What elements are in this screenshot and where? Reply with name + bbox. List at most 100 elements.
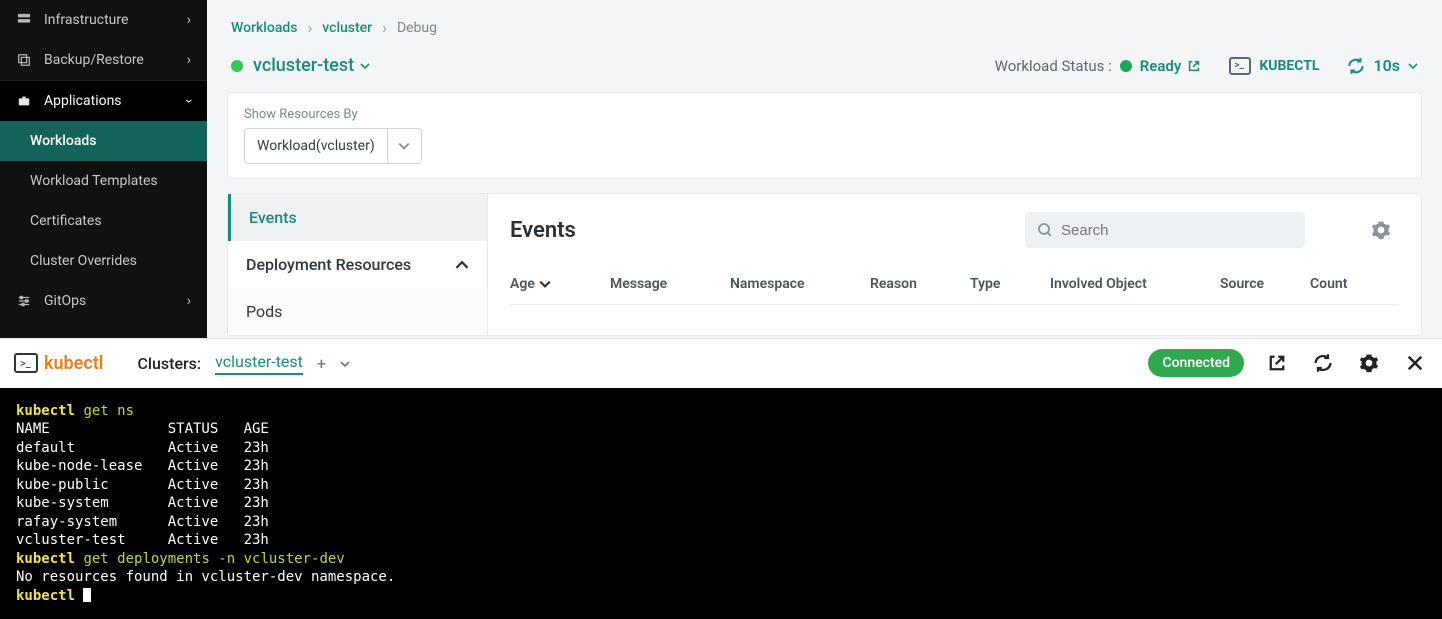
breadcrumb-vcluster[interactable]: vcluster xyxy=(322,20,372,36)
col-age[interactable]: Age xyxy=(510,276,610,292)
refresh-icon xyxy=(1347,57,1365,75)
caret-down-icon xyxy=(360,61,370,71)
workload-status: Workload Status : Ready xyxy=(995,57,1202,75)
status-label: Workload Status : xyxy=(995,57,1112,75)
group-label: Deployment Resources xyxy=(246,255,411,274)
term-prompt: kubectl xyxy=(16,588,83,604)
events-panel: Events Deployment Resources Pods Events xyxy=(227,193,1422,336)
kubectl-button[interactable]: >_ KUBECTL xyxy=(1229,57,1319,75)
col-namespace[interactable]: Namespace xyxy=(730,276,870,292)
status-ready-link[interactable]: Ready xyxy=(1140,57,1202,75)
filter-selected: Workload(vcluster) xyxy=(245,129,387,163)
col-count[interactable]: Count xyxy=(1310,276,1370,292)
sliders-icon xyxy=(16,293,32,309)
cluster-tab[interactable]: vcluster-test xyxy=(215,352,303,375)
col-reason[interactable]: Reason xyxy=(870,276,970,292)
tab-events[interactable]: Events xyxy=(228,194,487,241)
status-dot-icon xyxy=(231,60,243,72)
copy-icon xyxy=(16,52,32,68)
sidebar-item-applications[interactable]: Applications › xyxy=(0,81,207,121)
term-prompt: kubectl xyxy=(16,551,83,567)
refresh-icon xyxy=(1313,353,1333,373)
sidebar-label: GitOps xyxy=(44,293,86,309)
kubectl-bar: >_ kubectl Clusters: vcluster-test + Con… xyxy=(0,338,1442,388)
col-type[interactable]: Type xyxy=(970,276,1050,292)
title-bar: vcluster-test Workload Status : Ready >_ xyxy=(227,47,1422,92)
breadcrumb-current: Debug xyxy=(397,20,437,36)
col-message[interactable]: Message xyxy=(610,276,730,292)
add-cluster-button[interactable]: + xyxy=(317,354,326,373)
kubectl-logo: >_ kubectl xyxy=(14,353,103,374)
term-output-row: kube-system Active 23h xyxy=(16,494,1426,512)
external-link-icon xyxy=(1187,59,1201,73)
panel-tabs: Events Deployment Resources Pods xyxy=(228,194,488,335)
kubectl-terminal[interactable]: kubectl get ns NAME STATUS AGE default A… xyxy=(0,388,1442,619)
close-button[interactable] xyxy=(1402,350,1428,376)
gear-icon xyxy=(1371,220,1391,240)
resource-filter-select[interactable]: Workload(vcluster) xyxy=(244,128,422,164)
connected-badge: Connected xyxy=(1148,349,1244,377)
settings-button[interactable] xyxy=(1356,350,1382,376)
sidebar-label: Applications xyxy=(44,93,122,109)
term-output-row: rafay-system Active 23h xyxy=(16,513,1426,531)
sidebar-item-backup[interactable]: Backup/Restore › xyxy=(0,40,207,80)
filter-label: Show Resources By xyxy=(244,107,1405,122)
chevron-up-icon xyxy=(455,258,469,272)
sidebar-label: Infrastructure xyxy=(44,12,128,28)
caret-down-icon xyxy=(1408,61,1418,71)
group-deployment-resources[interactable]: Deployment Resources xyxy=(228,241,487,288)
cursor-icon xyxy=(83,588,91,602)
term-output-row: vcluster-test Active 23h xyxy=(16,531,1426,549)
sidebar-item-certificates[interactable]: Certificates xyxy=(0,201,207,241)
col-label: Age xyxy=(510,276,535,292)
term-output-row: default Active 23h xyxy=(16,439,1426,457)
kubectl-brand: kubectl xyxy=(44,353,103,374)
sidebar-item-workloads[interactable]: Workloads xyxy=(0,121,207,161)
briefcase-icon xyxy=(16,93,32,109)
settings-button[interactable] xyxy=(1363,212,1399,248)
terminal-icon: >_ xyxy=(1229,57,1251,75)
status-dot-icon xyxy=(1120,60,1132,72)
col-source[interactable]: Source xyxy=(1220,276,1310,292)
sort-desc-icon xyxy=(539,278,551,290)
workload-name: vcluster-test xyxy=(253,55,354,76)
refresh-interval[interactable]: 10s xyxy=(1347,56,1418,75)
breadcrumb: Workloads › vcluster › Debug xyxy=(227,0,1422,47)
chevron-right-icon: › xyxy=(187,12,191,28)
breadcrumb-workloads[interactable]: Workloads xyxy=(231,20,297,36)
clusters-label: Clusters: xyxy=(137,354,201,373)
server-icon xyxy=(16,12,32,28)
search-icon xyxy=(1037,222,1053,238)
cluster-caret[interactable] xyxy=(340,354,350,373)
kubectl-label: KUBECTL xyxy=(1259,58,1319,74)
workload-name-select[interactable]: vcluster-test xyxy=(253,55,370,76)
terminal-icon: >_ xyxy=(14,353,38,373)
term-output-msg: No resources found in vcluster-dev names… xyxy=(16,568,1426,586)
refresh-button[interactable] xyxy=(1310,350,1336,376)
panel-content: Events Age Mes xyxy=(488,194,1421,335)
sidebar-label: Backup/Restore xyxy=(44,52,144,68)
sidebar-item-gitops[interactable]: GitOps › xyxy=(0,281,207,321)
term-output-row: kube-node-lease Active 23h xyxy=(16,457,1426,475)
sidebar-item-workload-templates[interactable]: Workload Templates xyxy=(0,161,207,201)
search-input[interactable] xyxy=(1061,222,1293,239)
chevron-right-icon: › xyxy=(307,18,312,37)
term-output-row: kube-public Active 23h xyxy=(16,476,1426,494)
filter-card: Show Resources By Workload(vcluster) xyxy=(227,92,1422,179)
term-prompt: kubectl xyxy=(16,403,83,419)
gear-icon xyxy=(1359,353,1379,373)
panel-title: Events xyxy=(510,218,576,243)
status-value: Ready xyxy=(1140,57,1182,75)
popout-button[interactable] xyxy=(1264,350,1290,376)
tab-pods[interactable]: Pods xyxy=(228,288,487,335)
close-icon xyxy=(1405,353,1425,373)
chevron-down-icon: › xyxy=(181,99,197,103)
col-involved[interactable]: Involved Object xyxy=(1050,276,1220,292)
search-box[interactable] xyxy=(1025,212,1305,248)
term-cmd: get deployments -n vcluster-dev xyxy=(83,551,344,567)
sidebar-item-cluster-overrides[interactable]: Cluster Overrides xyxy=(0,241,207,281)
chevron-right-icon: › xyxy=(187,293,191,309)
main: Workloads › vcluster › Debug vcluster-te… xyxy=(207,0,1442,338)
sidebar-item-infrastructure[interactable]: Infrastructure › xyxy=(0,0,207,40)
chevron-down-icon xyxy=(387,129,421,163)
